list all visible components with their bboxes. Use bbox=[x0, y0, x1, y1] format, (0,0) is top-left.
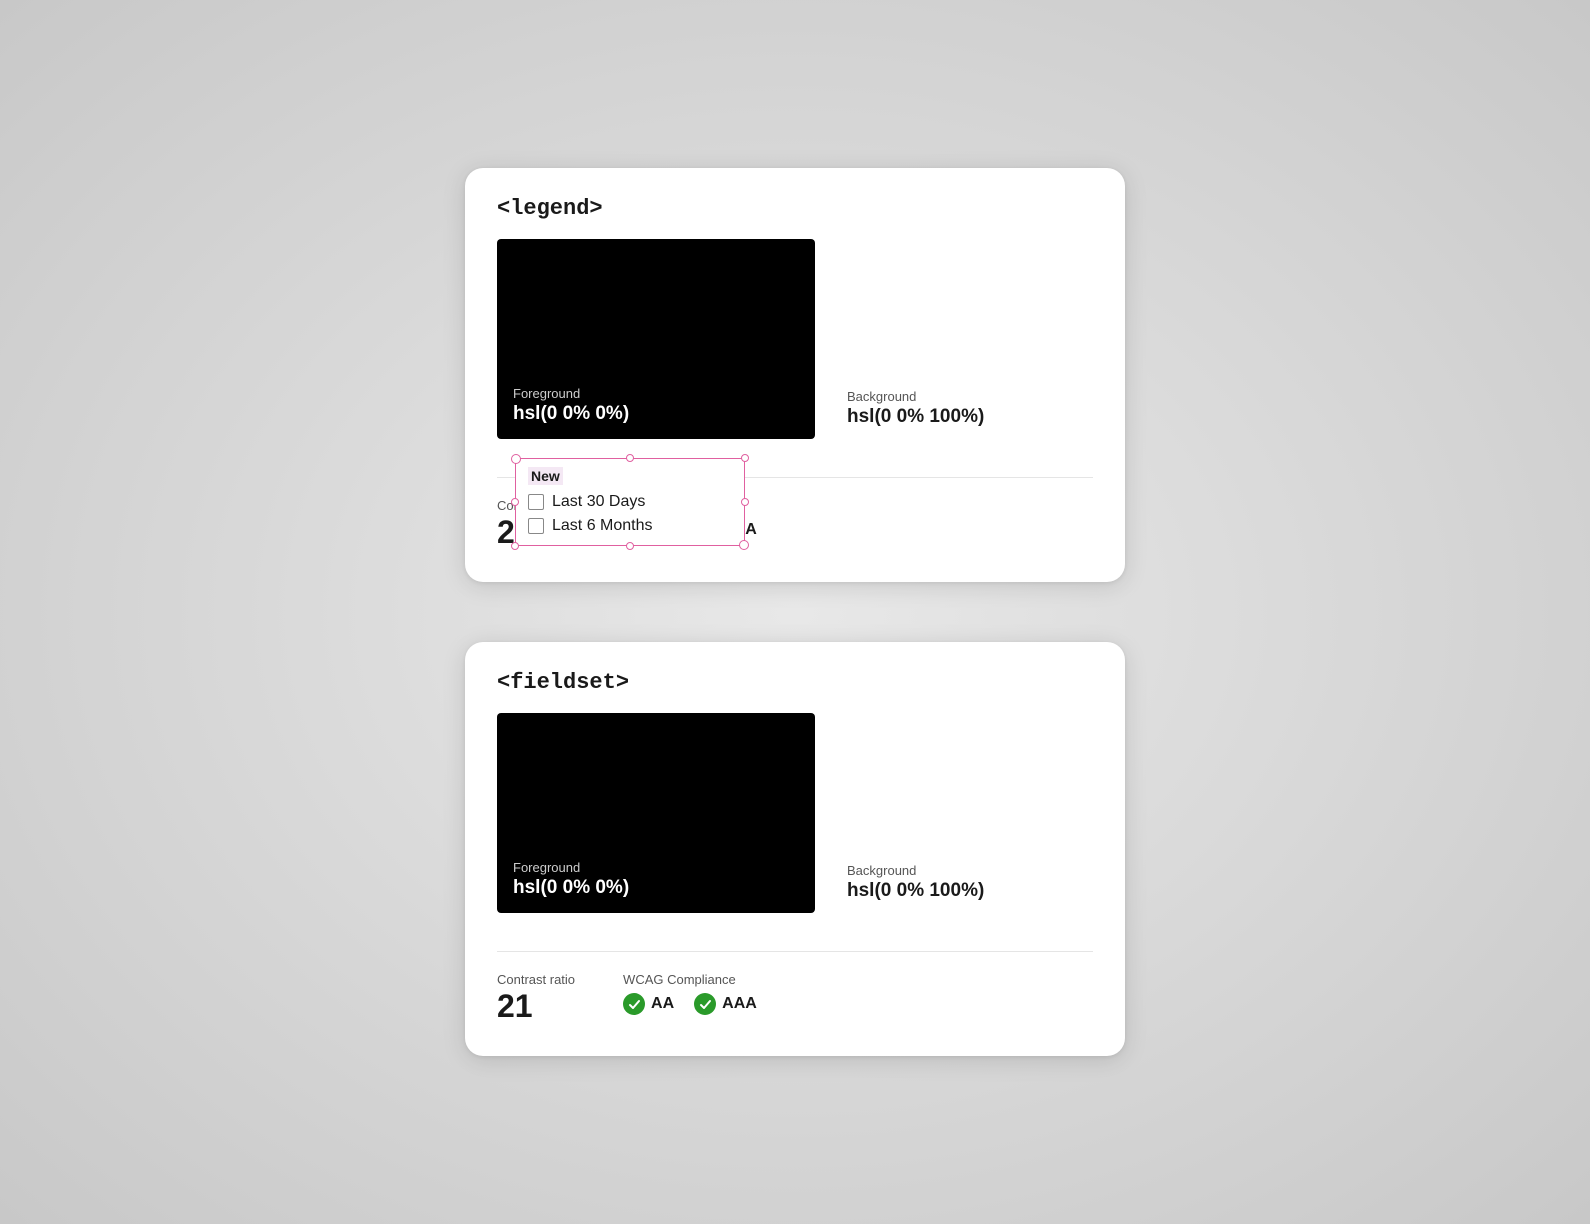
check-icon-3 bbox=[628, 998, 641, 1011]
fieldset-aaa-label: AAA bbox=[722, 995, 757, 1013]
fieldset-divider bbox=[497, 951, 1093, 952]
fieldset-foreground-label: Foreground bbox=[513, 860, 799, 875]
fieldset-contrast-value: 21 bbox=[497, 989, 575, 1024]
dropdown-legend-label: New bbox=[528, 467, 563, 485]
fieldset-wcag-block: WCAG Compliance AA bbox=[623, 972, 757, 1015]
fieldset-wcag-badges: AA AAA bbox=[623, 993, 757, 1015]
fieldset-background-section: Background hsl(0 0% 100%) bbox=[847, 713, 984, 902]
legend-color-preview: Foreground hsl(0 0% 0%) bbox=[497, 239, 815, 439]
dropdown-overlay: New Last 30 Days Last 6 Months bbox=[515, 458, 745, 546]
handle-bottom-left[interactable] bbox=[511, 542, 519, 550]
dropdown-item-1[interactable]: Last 6 Months bbox=[528, 517, 732, 535]
fieldset-aaa-badge: AAA bbox=[694, 993, 757, 1015]
page-container: <legend> Foreground hsl(0 0% 0%) Backgro… bbox=[465, 108, 1125, 1116]
fieldset-card-title: <fieldset> bbox=[497, 670, 1093, 695]
handle-top-middle[interactable] bbox=[626, 454, 634, 462]
legend-foreground-value: hsl(0 0% 0%) bbox=[513, 403, 799, 425]
handle-left-middle[interactable] bbox=[511, 498, 519, 506]
handle-bottom-middle[interactable] bbox=[626, 542, 634, 550]
handle-right-middle[interactable] bbox=[741, 498, 749, 506]
fieldset-aa-label: AA bbox=[651, 995, 674, 1013]
fieldset-contrast-label: Contrast ratio bbox=[497, 972, 575, 987]
fieldset-wcag-label: WCAG Compliance bbox=[623, 972, 757, 987]
legend-foreground-label: Foreground bbox=[513, 386, 799, 401]
handle-top-right[interactable] bbox=[741, 454, 749, 462]
fieldset-color-preview: Foreground hsl(0 0% 0%) bbox=[497, 713, 815, 913]
check-icon-4 bbox=[699, 998, 712, 1011]
fieldset-card: <fieldset> Foreground hsl(0 0% 0%) Backg… bbox=[465, 642, 1125, 1056]
fieldset-aaa-check-circle bbox=[694, 993, 716, 1015]
dropdown-selection-box[interactable]: New Last 30 Days Last 6 Months bbox=[515, 458, 745, 546]
dropdown-item-label-0: Last 30 Days bbox=[552, 493, 645, 511]
legend-background-section: Background hsl(0 0% 100%) bbox=[847, 239, 984, 428]
legend-background-value: hsl(0 0% 100%) bbox=[847, 406, 984, 428]
legend-background-label: Background bbox=[847, 389, 984, 404]
fieldset-background-value: hsl(0 0% 100%) bbox=[847, 880, 984, 902]
checkbox-last6[interactable] bbox=[528, 518, 544, 534]
dropdown-item-label-1: Last 6 Months bbox=[552, 517, 653, 535]
fieldset-background-label: Background bbox=[847, 863, 984, 878]
checkbox-last30[interactable] bbox=[528, 494, 544, 510]
dropdown-item-0[interactable]: Last 30 Days bbox=[528, 493, 732, 511]
fieldset-aa-check-circle bbox=[623, 993, 645, 1015]
fieldset-aa-badge: AA bbox=[623, 993, 674, 1015]
legend-card-title: <legend> bbox=[497, 196, 1093, 221]
fieldset-contrast-block: Contrast ratio 21 bbox=[497, 972, 575, 1024]
fieldset-metrics-row: Contrast ratio 21 WCAG Compliance AA bbox=[497, 972, 1093, 1024]
fieldset-foreground-value: hsl(0 0% 0%) bbox=[513, 877, 799, 899]
